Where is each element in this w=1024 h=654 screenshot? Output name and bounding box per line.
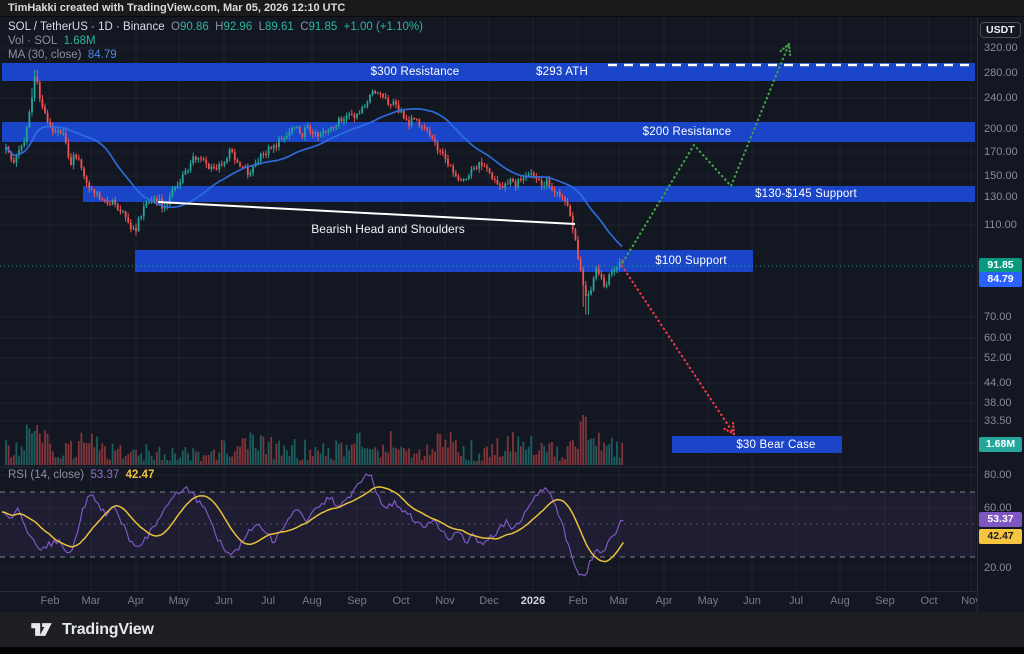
time-axis-label: Aug — [302, 595, 322, 607]
price-tick-label: 130.00 — [984, 190, 1018, 204]
time-axis-label: Feb — [569, 595, 588, 607]
price-tick-label: 38.00 — [984, 396, 1012, 410]
price-tick-label: 20.00 — [984, 561, 1012, 575]
time-axis-label: 2026 — [521, 595, 545, 607]
price-badge: 84.79 — [979, 272, 1022, 287]
price-badge: 1.68M — [979, 437, 1022, 452]
price-tick-label: 60.00 — [984, 331, 1012, 345]
price-tick-label: 200.00 — [984, 122, 1018, 136]
chart-canvas[interactable] — [0, 17, 978, 592]
time-axis-label: Nov — [435, 595, 455, 607]
time-axis-label: Sep — [875, 595, 895, 607]
time-axis-label: Apr — [127, 595, 144, 607]
brand-name: TradingView — [62, 621, 154, 639]
time-axis-label: Feb — [41, 595, 60, 607]
time-axis-label: Oct — [392, 595, 409, 607]
time-axis-label: Jul — [789, 595, 803, 607]
price-tick-label: 150.00 — [984, 169, 1018, 183]
time-axis-label: May — [169, 595, 190, 607]
price-badge: 91.85 — [979, 258, 1022, 273]
time-axis[interactable]: Feb Mar Apr May Jun Jul Aug Sep Oct Nov Dec 2026 Feb… — [0, 592, 978, 612]
time-axis-label: Mar — [82, 595, 101, 607]
price-tick-label: 80.00 — [984, 468, 1012, 482]
time-axis-label: Sep — [347, 595, 367, 607]
time-axis-label: Jul — [261, 595, 275, 607]
time-axis-label: May — [698, 595, 719, 607]
price-tick-label: 240.00 — [984, 91, 1018, 105]
price-tick-label: 110.00 — [984, 218, 1017, 232]
price-badge: 53.37 — [979, 512, 1022, 527]
time-axis-label: Apr — [655, 595, 672, 607]
price-badge: 42.47 — [979, 529, 1022, 544]
price-tick-label: 52.00 — [984, 351, 1012, 365]
currency-toggle-button[interactable]: USDT — [980, 22, 1021, 38]
time-axis-label: Jun — [743, 595, 761, 607]
price-scale[interactable]: 320.00 280.00 240.00 200.00 170.00 150.00 130.… — [978, 17, 1024, 592]
time-axis-label: Dec — [479, 595, 499, 607]
attribution-bar: TimHakki created with TradingView.com, M… — [0, 0, 1024, 17]
footer-bar: TradingView — [0, 612, 1024, 647]
scale-divider — [977, 17, 978, 612]
tradingview-chart-window: TimHakki created with TradingView.com, M… — [0, 0, 1024, 654]
price-tick-label: 33.50 — [984, 414, 1012, 428]
bottom-strip — [0, 647, 1024, 654]
attribution-text: TimHakki created with TradingView.com, M… — [8, 2, 345, 14]
time-axis-label: Aug — [830, 595, 850, 607]
price-tick-label: 280.00 — [984, 66, 1018, 80]
time-axis-label: Nov — [961, 595, 978, 607]
price-tick-label: 320.00 — [984, 41, 1018, 55]
time-axis-label: Jun — [215, 595, 233, 607]
price-tick-label: 70.00 — [984, 310, 1012, 324]
time-axis-label: Oct — [920, 595, 937, 607]
price-tick-label: 44.00 — [984, 376, 1012, 390]
tradingview-logo-icon — [30, 619, 53, 640]
time-axis-label: Mar — [610, 595, 629, 607]
price-tick-label: 170.00 — [984, 145, 1018, 159]
